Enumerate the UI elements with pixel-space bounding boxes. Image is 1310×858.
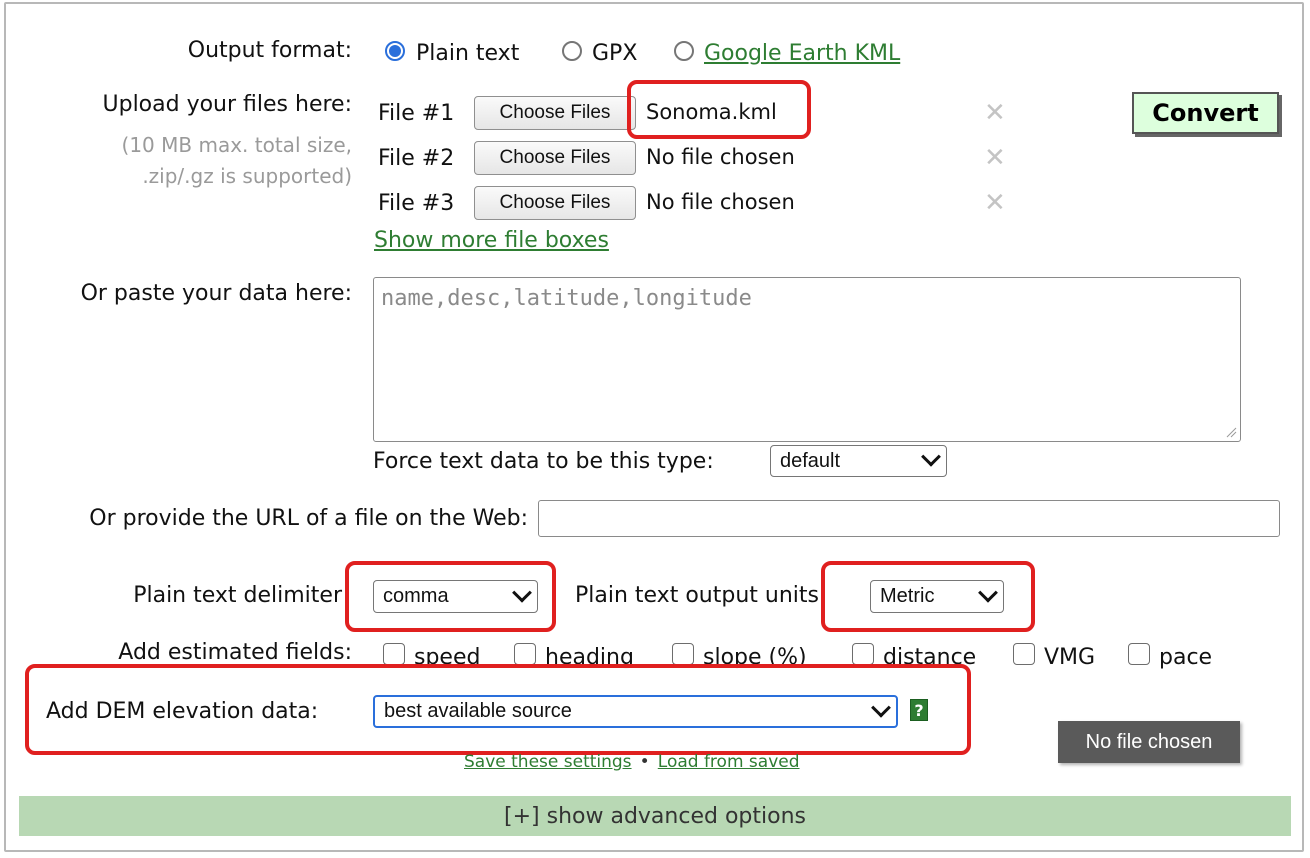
radio-kml-link[interactable]: Google Earth KML [704, 41, 900, 66]
heading-checkbox[interactable] [514, 643, 536, 665]
radio-gpx[interactable] [562, 41, 582, 61]
chevron-down-icon [978, 582, 998, 603]
url-label: Or provide the URL of a file on the Web: [89, 506, 528, 531]
settings-separator: • [639, 752, 650, 772]
file-2-choose-button[interactable]: Choose Files [474, 141, 636, 175]
file-3-label: File #3 [378, 191, 455, 216]
units-select[interactable]: Metric [870, 580, 1004, 613]
upload-hint-zip: .zip/.gz is supported) [142, 164, 352, 188]
upload-hint-size: (10 MB max. total size, [121, 133, 352, 157]
settings-links: Save these settings • Load from saved [464, 752, 800, 772]
file-3-choose-button[interactable]: Choose Files [474, 186, 636, 220]
pace-checkbox-label[interactable]: pace [1159, 645, 1212, 670]
radio-gpx-label[interactable]: GPX [592, 41, 637, 66]
file-3-filename: No file chosen [646, 190, 795, 214]
chevron-down-icon [512, 582, 532, 603]
resize-grip-icon[interactable] [1225, 426, 1237, 438]
load-settings-link[interactable]: Load from saved [658, 752, 800, 772]
vmg-checkbox-label[interactable]: VMG [1044, 645, 1095, 670]
save-settings-link[interactable]: Save these settings [464, 752, 632, 772]
dem-select[interactable]: best available source [373, 695, 898, 728]
delimiter-label: Plain text delimiter [133, 583, 342, 608]
file-1-label: File #1 [378, 101, 455, 126]
radio-plain-text-label[interactable]: Plain text [416, 41, 519, 66]
filename-highlight-box [627, 80, 811, 139]
help-icon[interactable]: ? [910, 699, 928, 721]
file-2-filename: No file chosen [646, 145, 795, 169]
no-file-chosen-tooltip: No file chosen [1058, 721, 1240, 763]
file-3-remove-icon[interactable]: ✕ [984, 190, 1006, 216]
paste-data-placeholder: name,desc,latitude,longitude [381, 286, 752, 311]
units-label: Plain text output units: [575, 583, 827, 608]
speed-checkbox[interactable] [383, 643, 405, 665]
chevron-down-icon [871, 697, 891, 718]
estimated-fields-label: Add estimated fields: [118, 640, 352, 665]
force-type-label: Force text data to be this type: [373, 449, 714, 474]
dem-value: best available source [384, 700, 572, 722]
file-1-choose-button[interactable]: Choose Files [474, 96, 636, 130]
pace-checkbox[interactable] [1128, 643, 1150, 665]
file-2-remove-icon[interactable]: ✕ [984, 145, 1006, 171]
paste-label: Or paste your data here: [80, 281, 352, 306]
chevron-down-icon [921, 446, 941, 467]
radio-plain-text[interactable] [385, 41, 405, 61]
file-2-label: File #2 [378, 146, 455, 171]
distance-checkbox[interactable] [852, 643, 874, 665]
units-value: Metric [880, 585, 935, 607]
file-1-remove-icon[interactable]: ✕ [984, 100, 1006, 126]
radio-kml[interactable] [674, 41, 694, 61]
show-more-file-boxes-link[interactable]: Show more file boxes [374, 228, 609, 253]
convert-button[interactable]: Convert [1132, 92, 1279, 134]
force-type-select[interactable]: default [770, 445, 947, 477]
show-advanced-options-bar[interactable]: [+] show advanced options [19, 796, 1291, 836]
url-input[interactable] [538, 500, 1280, 537]
delimiter-select[interactable]: comma [373, 580, 538, 613]
dem-label: Add DEM elevation data: [46, 699, 319, 724]
paste-data-textarea[interactable]: name,desc,latitude,longitude [373, 277, 1241, 442]
delimiter-value: comma [383, 585, 449, 607]
upload-label: Upload your files here: [102, 92, 353, 117]
slope-checkbox[interactable] [672, 643, 694, 665]
output-format-label: Output format: [187, 38, 352, 63]
force-type-value: default [780, 449, 841, 472]
vmg-checkbox[interactable] [1013, 643, 1035, 665]
